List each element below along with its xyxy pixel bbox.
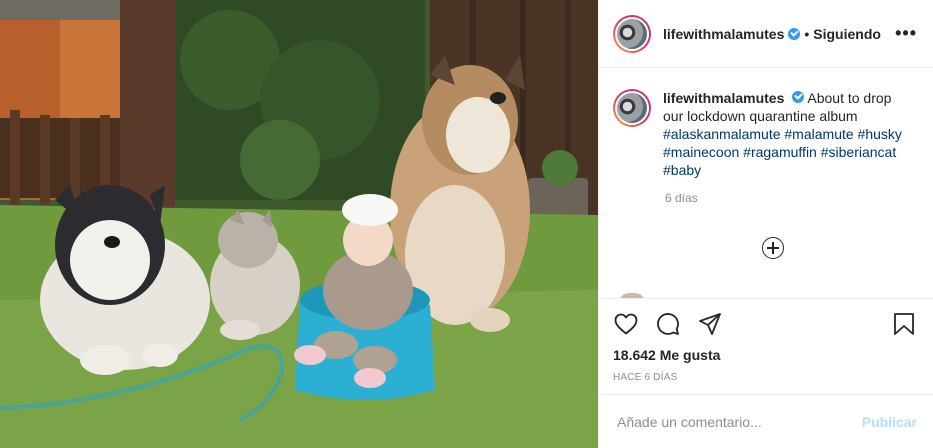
comment-input[interactable] bbox=[615, 412, 862, 431]
caption-avatar-image bbox=[617, 93, 647, 123]
separator-dot: • bbox=[804, 25, 810, 42]
caption-text: lifewithmalamutes About to drop our lock… bbox=[663, 89, 915, 179]
avatar[interactable] bbox=[613, 14, 651, 53]
header-username[interactable]: lifewithmalamutes bbox=[663, 26, 784, 42]
add-comment-bar: Publicar bbox=[599, 394, 933, 448]
caption-username[interactable]: lifewithmalamutes bbox=[663, 90, 784, 106]
caption-hashtags[interactable]: #alaskanmalamute #malamute #husky #maine… bbox=[663, 126, 902, 178]
caption-avatar-frame bbox=[615, 91, 649, 125]
caption-verified-icon bbox=[792, 91, 805, 103]
bookmark-icon[interactable] bbox=[891, 311, 917, 337]
caption-timestamp[interactable]: 6 días bbox=[665, 191, 917, 205]
verified-icon bbox=[788, 27, 801, 40]
comment-icon[interactable] bbox=[655, 311, 681, 337]
post-timestamp[interactable]: HACE 6 DÍAS bbox=[613, 372, 917, 383]
like-count[interactable]: 18.642 Me gusta bbox=[613, 347, 917, 363]
heart-icon[interactable] bbox=[613, 311, 639, 337]
publish-button[interactable]: Publicar bbox=[862, 414, 917, 430]
more-options-icon[interactable]: ••• bbox=[895, 23, 917, 44]
avatar-frame bbox=[615, 16, 649, 51]
caption-avatar[interactable] bbox=[613, 89, 651, 127]
post-side-panel: lifewithmalamutes • Siguiendo ••• lifewi… bbox=[598, 0, 933, 448]
caption: lifewithmalamutes About to drop our lock… bbox=[613, 89, 917, 179]
post-actions: 18.642 Me gusta HACE 6 DÍAS bbox=[599, 298, 933, 394]
follow-status-button[interactable]: Siguiendo bbox=[813, 26, 881, 42]
avatar-image bbox=[617, 18, 647, 49]
post-header: lifewithmalamutes • Siguiendo ••• bbox=[599, 0, 933, 68]
post-photo[interactable] bbox=[0, 0, 598, 448]
load-more-comments-icon[interactable] bbox=[762, 237, 784, 259]
action-icons bbox=[613, 309, 917, 339]
comments-area: lifewithmalamutes About to drop our lock… bbox=[599, 69, 933, 298]
header-text: lifewithmalamutes • Siguiendo bbox=[663, 26, 881, 42]
share-icon[interactable] bbox=[697, 311, 723, 337]
